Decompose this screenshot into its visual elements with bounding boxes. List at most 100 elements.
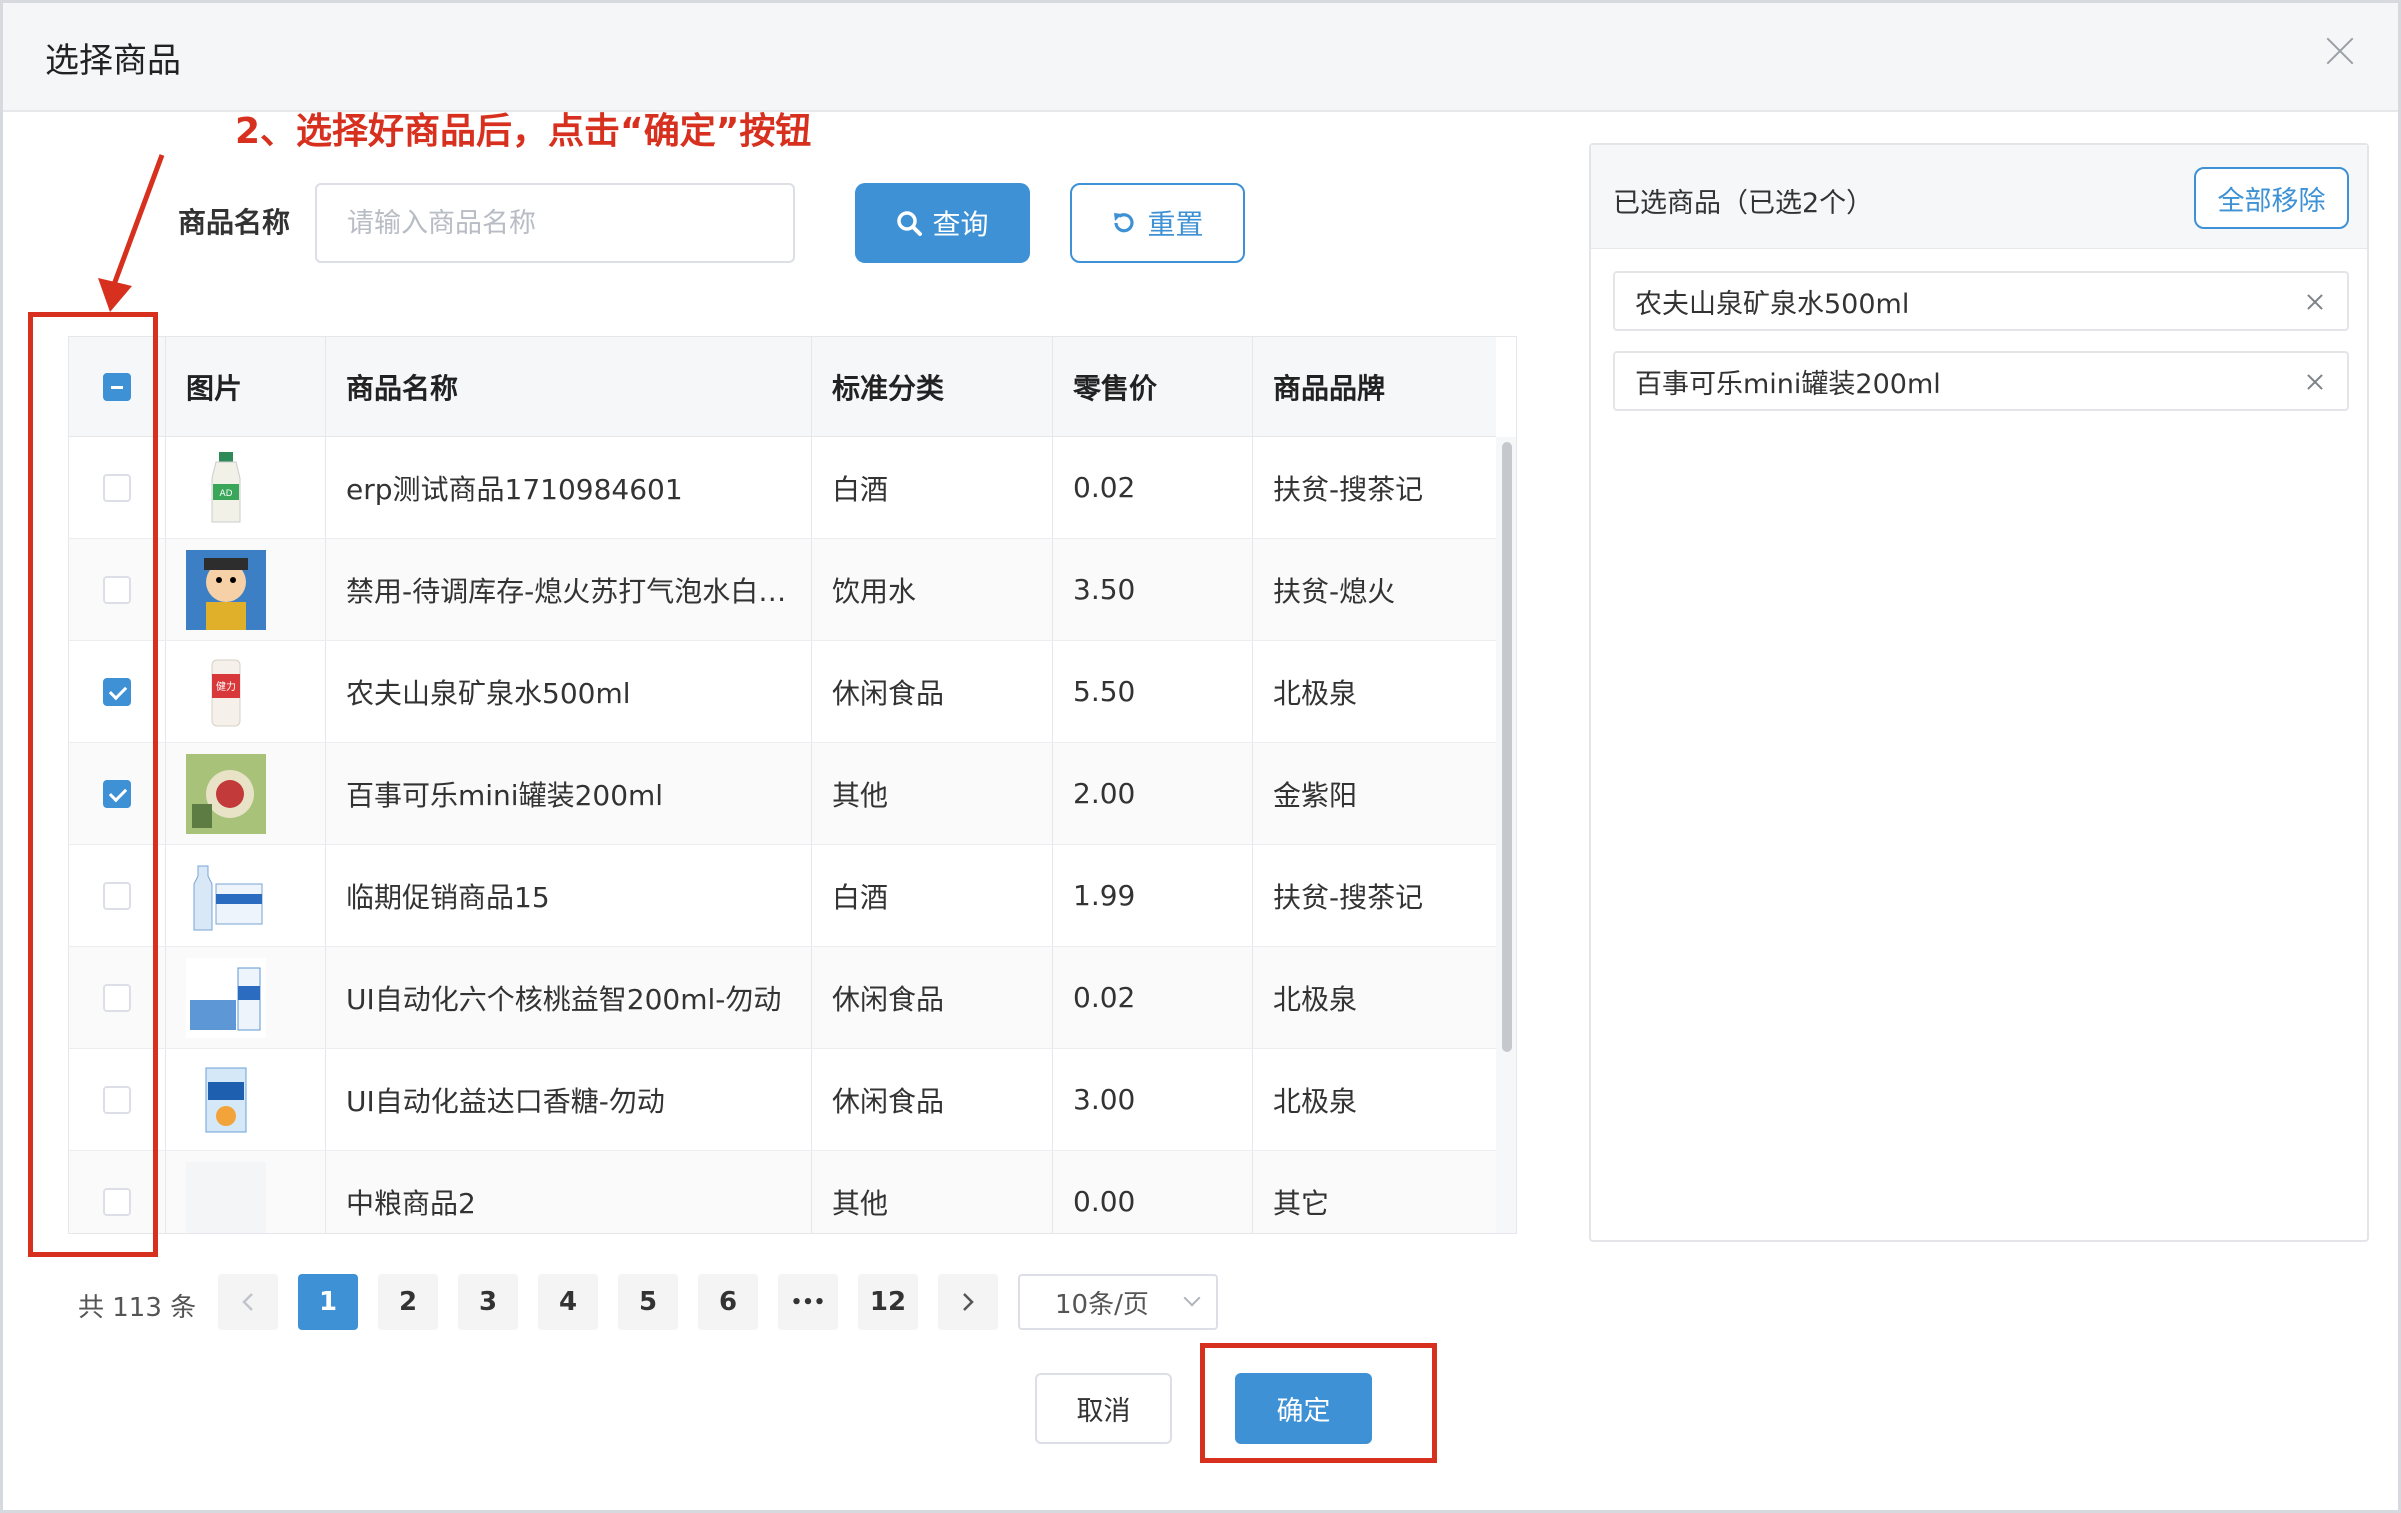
query-button[interactable]: 查询 [855,183,1030,263]
price-text: 3.50 [1073,573,1136,606]
price-text: 0.02 [1073,471,1136,504]
row-image-cell: AD [166,437,326,538]
row-image-cell: 健力 [166,641,326,742]
reset-button[interactable]: 重置 [1070,183,1245,263]
page-ellipsis[interactable]: ••• [778,1274,838,1330]
category-text: 其他 [832,1186,889,1220]
remove-item-icon[interactable] [2305,372,2325,392]
row-product-name: 禁用-待调库存-熄火苏打气泡水白桃味 [326,539,812,640]
row-category: 其他 [812,743,1053,844]
row-brand: 扶贫-搜茶记 [1253,845,1496,946]
row-price: 0.02 [1053,947,1253,1048]
page-button-4[interactable]: 4 [538,1274,598,1330]
selected-item-label: 农夫山泉矿泉水500ml [1635,288,1910,320]
page-button-12[interactable]: 12 [858,1274,918,1330]
selected-panel-header: 已选商品（已选2个） 全部移除 [1591,145,2367,249]
row-category: 休闲食品 [812,1049,1053,1150]
page-size-value: 10条/页 [1055,1289,1149,1320]
svg-text:AD: AD [219,489,232,499]
category-text: 白酒 [832,880,889,914]
reset-button-label: 重置 [1147,208,1204,241]
price-text: 1.99 [1073,879,1136,912]
product-name-text: 临期促销商品15 [346,880,550,914]
row-image-cell [166,947,326,1048]
product-name-text: UI自动化六个核桃益智200ml-勿动 [346,982,782,1016]
page-button-5[interactable]: 5 [618,1274,678,1330]
remove-all-button[interactable]: 全部移除 [2194,167,2349,229]
cartoon-image [186,549,266,630]
close-icon[interactable] [2322,33,2358,69]
annotation-text: 2、选择好商品后，点击“确定”按钮 [235,111,812,152]
product-name-search-input[interactable] [315,183,795,263]
search-icon [897,211,923,236]
product-name-text: 中粮商品2 [346,1186,476,1220]
selected-panel-title: 已选商品（已选2个） [1613,188,1874,219]
category-text: 其他 [832,778,889,812]
row-brand: 其它 [1253,1151,1496,1233]
dialog-title: 选择商品 [45,41,181,81]
header-category: 标准分类 [812,337,1053,436]
dialog-header: 选择商品 [3,3,2398,112]
row-image-cell [166,743,326,844]
search-label: 商品名称 [178,206,291,239]
category-text: 饮用水 [832,574,917,608]
page-size-select[interactable]: 10条/页 [1018,1274,1218,1330]
annotation-arrow-icon [98,154,165,312]
annotation-highlight-checkbox-column [28,312,158,1257]
pagination-total: 共 113 条 [78,1293,197,1323]
price-text: 0.00 [1073,1185,1136,1218]
price-text: 3.00 [1073,1083,1136,1116]
table-row[interactable]: UI自动化六个核桃益智200ml-勿动 休闲食品 0.02 北极泉 [69,947,1496,1049]
annotation-highlight-confirm [1200,1343,1437,1463]
category-text: 休闲食品 [832,982,945,1016]
refresh-icon [1114,213,1135,233]
page-button-6[interactable]: 6 [698,1274,758,1330]
brand-text: 扶贫-搜茶记 [1273,472,1424,506]
row-image-cell [166,1151,326,1233]
row-image-cell [166,1049,326,1150]
brand-text: 扶贫-搜茶记 [1273,880,1424,914]
row-category: 休闲食品 [812,641,1053,742]
table-row[interactable]: 中粮商品2 其他 0.00 其它 [69,1151,1496,1233]
page-button-2[interactable]: 2 [378,1274,438,1330]
row-category: 休闲食品 [812,947,1053,1048]
price-text: 5.50 [1073,675,1136,708]
row-product-name: 中粮商品2 [326,1151,812,1233]
table-header: 图片 商品名称 标准分类 零售价 商品品牌 [69,337,1496,437]
product-name-text: erp测试商品1710984601 [346,472,683,506]
header-image: 图片 [166,337,326,436]
table-row[interactable]: UI自动化益达口香糖-勿动 休闲食品 3.00 北极泉 [69,1049,1496,1151]
next-page-button[interactable] [938,1274,998,1330]
row-category: 饮用水 [812,539,1053,640]
row-price: 0.02 [1053,437,1253,538]
row-price: 2.00 [1053,743,1253,844]
brand-text: 扶贫-熄火 [1273,574,1396,608]
svg-text:健力: 健力 [216,680,236,693]
page-button-1[interactable]: 1 [298,1274,358,1330]
row-category: 其他 [812,1151,1053,1233]
row-brand: 北极泉 [1253,641,1496,742]
brand-text: 北极泉 [1273,1084,1358,1118]
row-product-name: 农夫山泉矿泉水500ml [326,641,812,742]
row-price: 0.00 [1053,1151,1253,1233]
prev-page-button[interactable] [218,1274,278,1330]
brand-text: 金紫阳 [1273,778,1358,812]
brand-text: 其它 [1273,1186,1330,1220]
selected-item-label: 百事可乐mini罐装200ml [1635,368,1941,400]
header-price: 零售价 [1053,337,1253,436]
table-row[interactable]: 健力 农夫山泉矿泉水500ml 休闲食品 5.50 北极泉 [69,641,1496,743]
table-row[interactable]: AD erp测试商品1710984601 白酒 0.02 扶贫-搜茶记 [69,437,1496,539]
blank-image [186,1161,266,1233]
row-brand: 金紫阳 [1253,743,1496,844]
selected-item: 农夫山泉矿泉水500ml [1613,271,2349,331]
table-row[interactable]: 百事可乐mini罐装200ml 其他 2.00 金紫阳 [69,743,1496,845]
remove-item-icon[interactable] [2305,292,2325,312]
table-scrollbar-thumb[interactable] [1502,442,1512,1052]
price-text: 2.00 [1073,777,1136,810]
table-row[interactable]: 禁用-待调库存-熄火苏打气泡水白桃味 饮用水 3.50 扶贫-熄火 [69,539,1496,641]
page-button-3[interactable]: 3 [458,1274,518,1330]
table-row[interactable]: 临期促销商品15 白酒 1.99 扶贫-搜茶记 [69,845,1496,947]
chevron-right-icon [963,1293,974,1311]
bottle-drink-icon: AD [186,448,266,528]
cancel-button[interactable]: 取消 [1035,1373,1172,1444]
